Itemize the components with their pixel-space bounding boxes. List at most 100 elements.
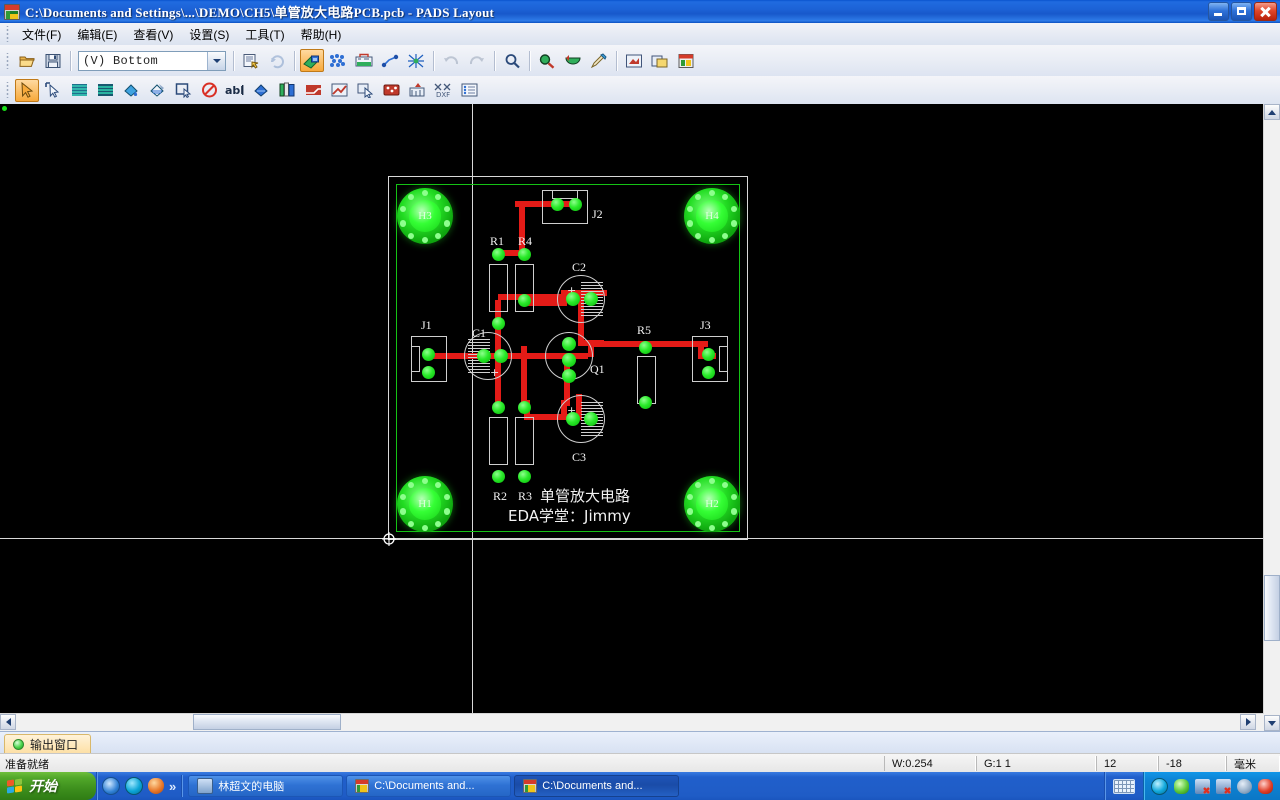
redraw-button[interactable] — [587, 49, 611, 72]
drc-check-button[interactable] — [379, 79, 403, 102]
drafting-toolbar-grip-handle[interactable] — [3, 82, 12, 98]
add-trace-button[interactable] — [301, 79, 325, 102]
start-button[interactable]: 开始 — [0, 772, 96, 800]
taskbar-item-pads-2[interactable]: C:\Documents and... — [514, 775, 680, 797]
pad-q1-3[interactable] — [562, 369, 576, 383]
copper-shape-button[interactable] — [249, 79, 273, 102]
toggle-plane-layer-button[interactable] — [300, 49, 324, 72]
plane-area-button[interactable] — [93, 79, 117, 102]
hatch-fill-button[interactable] — [145, 79, 169, 102]
board-outline-button[interactable] — [171, 79, 195, 102]
pad-j2-2[interactable] — [569, 198, 582, 211]
flood-fill-button[interactable] — [119, 79, 143, 102]
save-file-button[interactable] — [41, 49, 65, 72]
scroll-left-button[interactable] — [0, 714, 16, 730]
design-rules-button[interactable] — [352, 49, 376, 72]
mounting-hole-h2[interactable]: H2 — [684, 476, 740, 532]
pad-c1-2[interactable] — [494, 349, 508, 363]
pad-r5-2[interactable] — [639, 396, 652, 409]
pad-r1-1[interactable] — [492, 248, 505, 261]
pcb-design-canvas[interactable]: H3 H4 H1 H2 J2 R1 R4 + C2 J1 + C1 Q1 R5 … — [0, 104, 1280, 731]
network-disconnected-icon[interactable] — [1195, 778, 1210, 794]
mounting-hole-h3[interactable]: H3 — [397, 188, 453, 244]
keepout-button[interactable] — [197, 79, 221, 102]
pad-j1-2[interactable] — [422, 366, 435, 379]
route-mode-button[interactable] — [378, 49, 402, 72]
horizontal-scroll-thumb[interactable] — [193, 714, 341, 730]
qq-icon[interactable] — [148, 778, 164, 794]
pad-r5-1[interactable] — [639, 341, 652, 354]
taskbar-item-pads-1[interactable]: C:\Documents and... — [346, 775, 512, 797]
taskbar-item-my-computer[interactable]: 林超文的电脑 — [188, 775, 344, 797]
menu-tools[interactable]: 工具(T) — [237, 23, 292, 46]
pad-c1-1[interactable] — [477, 349, 491, 363]
pad-j3-1[interactable] — [702, 348, 715, 361]
pad-c3-2[interactable] — [584, 412, 598, 426]
pour-manager-button[interactable] — [326, 49, 350, 72]
select-anything-button[interactable] — [41, 79, 65, 102]
kugou-tray-icon[interactable] — [1151, 777, 1168, 795]
horizontal-scrollbar[interactable] — [0, 713, 1264, 731]
pad-j2-1[interactable] — [551, 198, 564, 211]
pad-r4-2[interactable] — [518, 294, 531, 307]
shield-green-tray-icon[interactable] — [1174, 778, 1189, 794]
zoom-previous-button[interactable] — [561, 49, 585, 72]
find-button[interactable] — [500, 49, 524, 72]
move-part-button[interactable] — [353, 79, 377, 102]
pad-j1-1[interactable] — [422, 348, 435, 361]
report-list-button[interactable] — [457, 79, 481, 102]
dxf-tool-button[interactable]: DXF — [431, 79, 455, 102]
add-text-button[interactable]: abl — [223, 79, 247, 102]
design-properties-button[interactable] — [239, 49, 263, 72]
chevron-down-icon[interactable] — [207, 51, 225, 70]
pad-r3-2[interactable] — [518, 470, 531, 483]
copper-pour-button[interactable] — [67, 79, 91, 102]
mounting-hole-h1[interactable]: H1 — [397, 476, 453, 532]
scroll-down-button[interactable] — [1264, 715, 1280, 731]
select-tool-button[interactable] — [15, 78, 39, 102]
add-dimension-button[interactable] — [405, 79, 429, 102]
close-button[interactable] — [1254, 2, 1277, 21]
vertical-scrollbar[interactable] — [1263, 104, 1280, 731]
menu-help[interactable]: 帮助(H) — [293, 23, 350, 46]
mounting-hole-h4[interactable]: H4 — [684, 188, 740, 244]
pads-router-button[interactable] — [674, 49, 698, 72]
menu-grip-handle[interactable] — [3, 26, 12, 42]
pad-r2-2[interactable] — [492, 470, 505, 483]
pad-c2-1[interactable] — [566, 292, 580, 306]
pad-c3-1[interactable] — [566, 412, 580, 426]
pad-r1-2[interactable] — [492, 317, 505, 330]
scroll-right-button[interactable] — [1240, 714, 1256, 730]
pad-q1-1[interactable] — [562, 337, 576, 351]
split-plane-button[interactable] — [327, 79, 351, 102]
kugou-icon[interactable] — [125, 777, 143, 795]
redo-button[interactable] — [465, 49, 489, 72]
fanout-button[interactable] — [404, 49, 428, 72]
pad-r4-1[interactable] — [518, 248, 531, 261]
layer-selector[interactable]: (V) Bottom — [78, 50, 226, 71]
minimize-button[interactable] — [1208, 2, 1229, 21]
pad-c2-2[interactable] — [584, 292, 598, 306]
vertical-scroll-thumb[interactable] — [1264, 575, 1280, 641]
toolbar-grip-handle[interactable] — [3, 52, 12, 69]
more-chevron-icon[interactable]: » — [169, 779, 176, 794]
export-button[interactable] — [622, 49, 646, 72]
network-error-icon[interactable] — [1216, 778, 1231, 794]
open-file-button[interactable] — [15, 49, 39, 72]
pad-r3-1[interactable] — [518, 401, 531, 414]
menu-settings[interactable]: 设置(S) — [181, 23, 237, 46]
refresh-view-button[interactable] — [265, 49, 289, 72]
cam-output-button[interactable] — [648, 49, 672, 72]
undo-button[interactable] — [439, 49, 463, 72]
antivirus-icon[interactable] — [1258, 778, 1273, 794]
zoom-in-button[interactable] — [535, 49, 559, 72]
maximize-button[interactable] — [1231, 2, 1252, 21]
pad-j3-2[interactable] — [702, 366, 715, 379]
pad-q1-2[interactable] — [562, 353, 576, 367]
internet-explorer-icon[interactable] — [102, 777, 120, 795]
scroll-up-button[interactable] — [1264, 104, 1280, 120]
menu-view[interactable]: 查看(V) — [125, 23, 181, 46]
menu-file[interactable]: 文件(F) — [14, 23, 69, 46]
menu-edit[interactable]: 编辑(E) — [69, 23, 125, 46]
pad-r2-1[interactable] — [492, 401, 505, 414]
